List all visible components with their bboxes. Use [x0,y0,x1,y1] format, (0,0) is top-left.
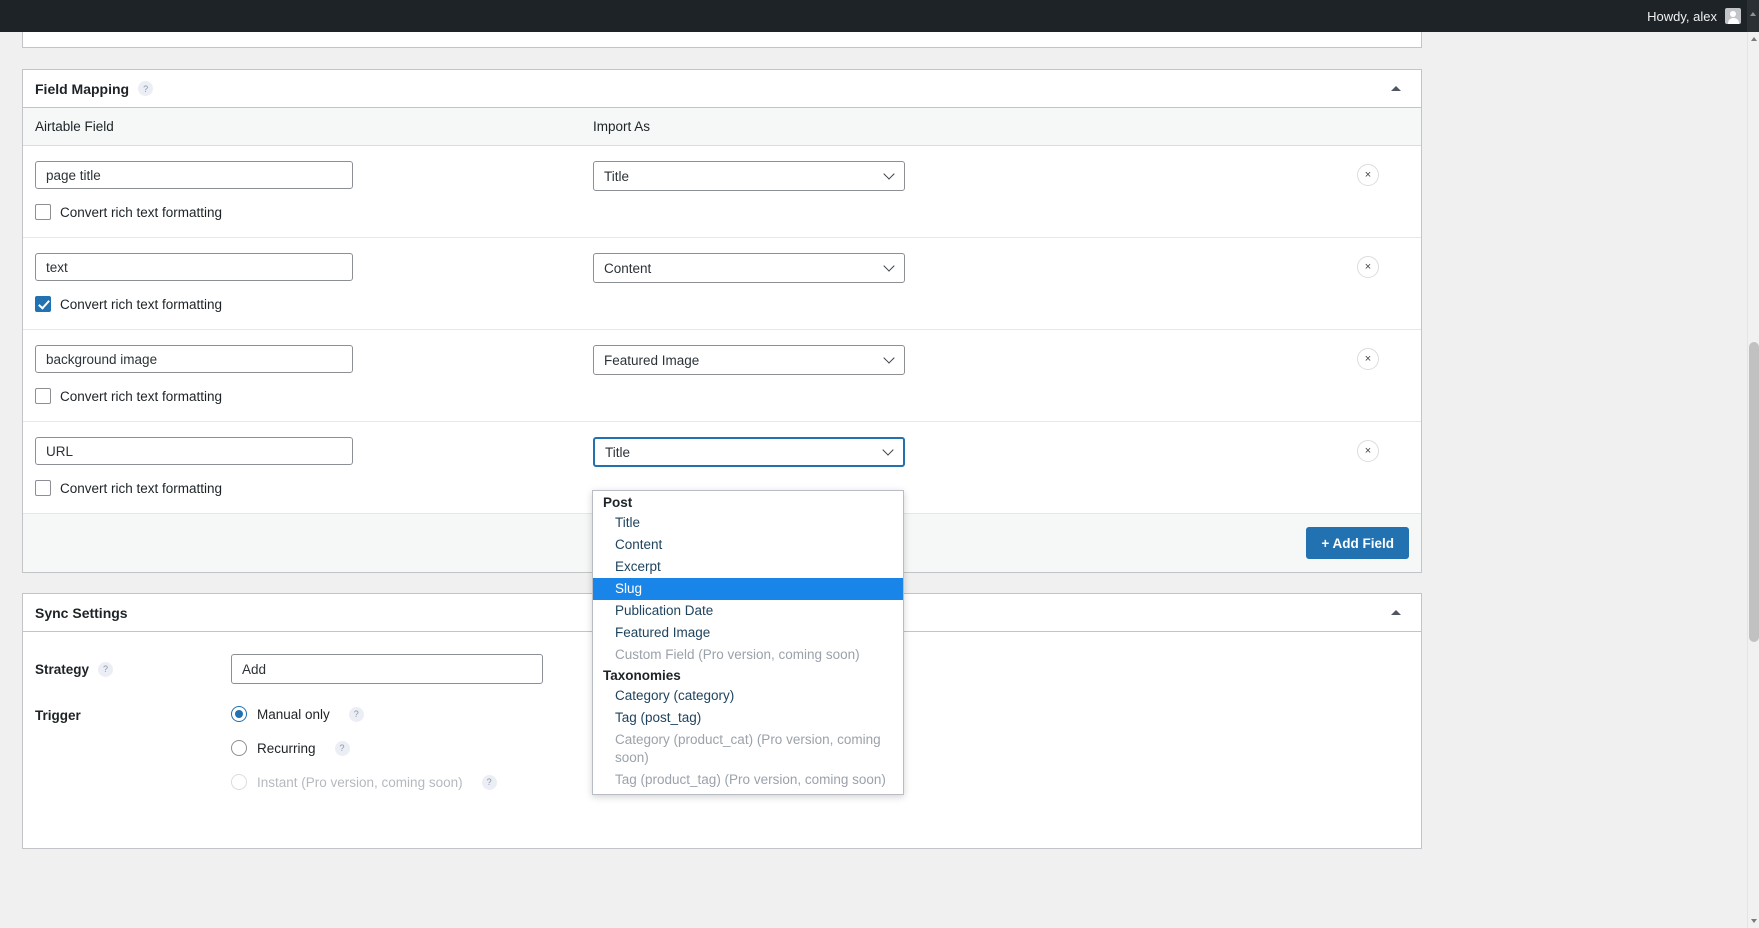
column-header-airtable-field: Airtable Field [23,119,593,134]
table-row: page title Convert rich text formatting … [23,146,1421,238]
convert-rich-text-label: Convert rich text formatting [60,389,222,404]
dropdown-group-label: Post [593,493,903,512]
dropdown-option[interactable]: Excerpt [593,556,903,578]
scroll-up-arrow-icon[interactable] [1748,32,1759,46]
scrollbar-thumb[interactable] [1749,342,1759,642]
dropdown-option: Category (product_cat) (Pro version, com… [593,729,903,769]
dropdown-option[interactable]: Slug [593,578,903,600]
convert-rich-text-row[interactable]: Convert rich text formatting [35,296,593,312]
dropdown-option[interactable]: Featured Image [593,622,903,644]
import-as-value: Title [604,169,629,184]
convert-rich-text-label: Convert rich text formatting [60,481,222,496]
table-row: text Convert rich text formatting Conten… [23,238,1421,330]
chevron-down-icon [883,168,894,179]
convert-rich-text-row[interactable]: Convert rich text formatting [35,204,593,220]
remove-field-button[interactable]: × [1357,348,1379,370]
previous-panel-bottom [22,32,1422,48]
import-as-select[interactable]: Title [593,161,905,191]
field-mapping-header: Field Mapping ? [23,70,1421,108]
airtable-field-input[interactable]: page title [35,161,353,189]
import-as-value: Featured Image [604,353,699,368]
column-header-import-as: Import As [593,119,1218,134]
trigger-option-label: Recurring [257,741,316,756]
strategy-value: Add [242,662,266,677]
convert-rich-text-row[interactable]: Convert rich text formatting [35,480,593,496]
scrollbar-up-arrow[interactable] [1747,0,1759,32]
chevron-up-icon[interactable] [1383,76,1409,102]
help-icon[interactable]: ? [482,775,497,790]
airtable-field-input[interactable]: URL [35,437,353,465]
radio-instant [231,774,247,790]
dropdown-option[interactable]: Tag (post_tag) [593,707,903,729]
convert-rich-text-checkbox[interactable] [35,296,51,312]
help-icon[interactable]: ? [335,741,350,756]
sync-settings-title: Sync Settings [35,605,128,621]
remove-field-button[interactable]: × [1357,164,1379,186]
trigger-option-instant: Instant (Pro version, coming soon) ? [231,774,497,790]
strategy-select[interactable]: Add [231,654,543,684]
chevron-down-icon [883,260,894,271]
add-field-button[interactable]: + Add Field [1306,527,1409,559]
trigger-label: Trigger [35,708,81,723]
dropdown-option[interactable]: Category (category) [593,685,903,707]
strategy-label: Strategy [35,662,89,677]
convert-rich-text-checkbox[interactable] [35,388,51,404]
admin-bar: Howdy, alex [0,0,1759,32]
help-icon[interactable]: ? [349,707,364,722]
dropdown-option: Tag (product_tag) (Pro version, coming s… [593,769,903,791]
dropdown-option[interactable]: Content [593,534,903,556]
trigger-option-recurring[interactable]: Recurring ? [231,740,497,756]
radio-manual-only[interactable] [231,706,247,722]
convert-rich-text-row[interactable]: Convert rich text formatting [35,388,593,404]
trigger-label-wrap: Trigger [35,706,231,723]
scroll-down-arrow-icon[interactable] [1748,914,1759,928]
help-icon[interactable]: ? [138,81,153,96]
trigger-option-manual[interactable]: Manual only ? [231,706,497,722]
vertical-scrollbar[interactable] [1747,32,1759,928]
import-as-dropdown-menu[interactable]: PostTitleContentExcerptSlugPublication D… [592,490,904,795]
dropdown-option: Custom Field (Pro version, coming soon) [593,644,903,666]
account-menu[interactable]: Howdy, alex [1647,8,1759,24]
trigger-option-label: Instant (Pro version, coming soon) [257,775,463,790]
import-as-value: Content [604,261,651,276]
airtable-field-input[interactable]: text [35,253,353,281]
mapping-table-header: Airtable Field Import As [23,108,1421,146]
remove-field-button[interactable]: × [1357,440,1379,462]
field-mapping-title: Field Mapping [35,81,129,97]
airtable-field-input[interactable]: background image [35,345,353,373]
help-icon[interactable]: ? [98,662,113,677]
remove-field-button[interactable]: × [1357,256,1379,278]
page-scroll-region: Field Mapping ? Airtable Field Import As… [0,32,1747,928]
strategy-label-wrap: Strategy ? [35,662,231,677]
convert-rich-text-checkbox[interactable] [35,204,51,220]
howdy-label: Howdy, alex [1647,9,1717,24]
trigger-radio-group: Manual only ? Recurring ? Instant (Pro v… [231,706,497,790]
chevron-down-icon [882,444,893,455]
chevron-up-icon[interactable] [1383,600,1409,626]
import-as-value: Title [605,445,630,460]
dropdown-option[interactable]: Title [593,512,903,534]
radio-recurring[interactable] [231,740,247,756]
user-avatar-icon [1725,8,1741,24]
trigger-option-label: Manual only [257,707,330,722]
import-as-select[interactable]: Featured Image [593,345,905,375]
chevron-down-icon [883,352,894,363]
convert-rich-text-checkbox[interactable] [35,480,51,496]
dropdown-group-label: Taxonomies [593,666,903,685]
table-row: background image Convert rich text forma… [23,330,1421,422]
import-as-select-open[interactable]: Title [593,437,905,467]
convert-rich-text-label: Convert rich text formatting [60,205,222,220]
dropdown-option[interactable]: Publication Date [593,600,903,622]
import-as-select[interactable]: Content [593,253,905,283]
convert-rich-text-label: Convert rich text formatting [60,297,222,312]
